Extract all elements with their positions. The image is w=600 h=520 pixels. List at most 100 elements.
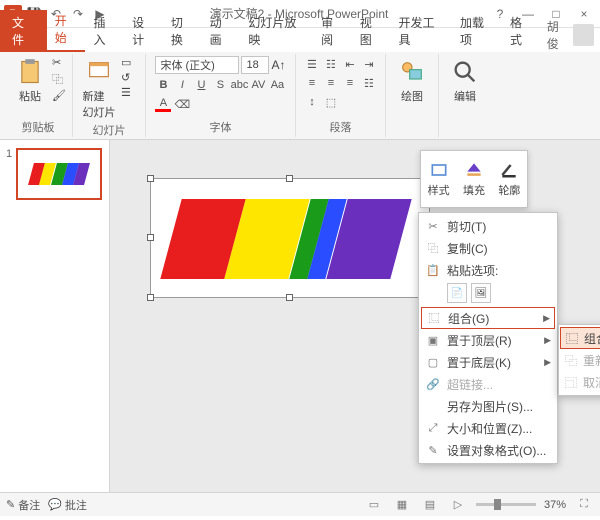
slide-number: 1 [6, 148, 12, 200]
group-label: 段落 [329, 119, 351, 135]
grow-font-icon[interactable]: A↑ [271, 58, 285, 72]
slide-canvas[interactable]: 样式 填充 轮廓 ✂剪切(T) ⿻复制(C) 📋粘贴选项: 📄 🖼 ⿺组合(G)… [110, 140, 600, 492]
align-left-icon[interactable]: ≡ [304, 75, 320, 91]
tab-animations[interactable]: 动画 [202, 10, 241, 52]
parallelogram-shapes [171, 199, 401, 279]
section-icon[interactable]: ☰ [121, 86, 139, 99]
align-center-icon[interactable]: ≡ [323, 75, 339, 91]
zoom-slider[interactable] [476, 503, 536, 506]
fit-window-icon[interactable]: ⛶ [574, 497, 594, 513]
format-painter-icon[interactable]: 🖌 [52, 89, 66, 102]
account-area[interactable]: 胡俊 [541, 18, 600, 52]
tab-view[interactable]: 视图 [352, 10, 391, 52]
editing-button[interactable]: 编辑 [445, 56, 485, 106]
menu-bring-front[interactable]: ▣置于顶层(R)▶ [419, 329, 557, 351]
group-icon: ⿺ [566, 330, 578, 347]
group-icon: ⿺ [426, 310, 442, 326]
resize-handle-icon[interactable] [147, 175, 154, 182]
user-name: 胡俊 [547, 18, 570, 52]
menu-paste-options-label: 📋粘贴选项: [419, 259, 557, 281]
tab-slideshow[interactable]: 幻灯片放映 [240, 10, 313, 52]
font-color-icon[interactable]: A [155, 96, 171, 112]
copy-icon[interactable]: ⿻ [52, 71, 66, 87]
zoom-thumb-icon[interactable] [494, 499, 501, 510]
numbering-icon[interactable]: ☷ [323, 56, 339, 72]
tab-home[interactable]: 开始 [47, 8, 86, 52]
workspace: 1 [0, 140, 600, 492]
case-icon[interactable]: Aa [269, 77, 285, 93]
slide-thumbnail[interactable] [16, 148, 102, 200]
tab-transitions[interactable]: 切换 [163, 10, 202, 52]
context-menu: ✂剪切(T) ⿻复制(C) 📋粘贴选项: 📄 🖼 ⿺组合(G)▶ ▣置于顶层(R… [418, 212, 558, 464]
paste-icon: 📋 [425, 262, 441, 278]
menu-format-object[interactable]: ✎设置对象格式(O)... [419, 439, 557, 461]
group-clipboard: 粘贴 ✂ ⿻ 🖌 剪贴板 [4, 54, 73, 137]
font-name-combo[interactable]: 宋体 (正文) [155, 56, 239, 74]
smartart-icon[interactable]: ⬚ [323, 94, 339, 110]
menu-save-as-picture[interactable]: 另存为图片(S)... [419, 395, 557, 417]
indent-inc-icon[interactable]: ⇥ [361, 56, 377, 72]
spacing-icon[interactable]: AV [250, 77, 266, 93]
link-icon: 🔗 [425, 376, 441, 392]
submenu-group[interactable]: ⿺组合(G) [560, 327, 600, 349]
menu-copy[interactable]: ⿻复制(C) [419, 237, 557, 259]
indent-dec-icon[interactable]: ⇤ [342, 56, 358, 72]
tab-design[interactable]: 设计 [124, 10, 163, 52]
paste-button[interactable]: 粘贴 [10, 56, 50, 106]
strike-icon[interactable]: S [212, 77, 228, 93]
menu-group[interactable]: ⿺组合(G)▶ [421, 307, 555, 329]
paste-keep-source-icon[interactable]: 📄 [447, 283, 467, 303]
bullets-icon[interactable]: ☰ [304, 56, 320, 72]
fill-button[interactable]: 填充 [456, 151, 491, 207]
underline-icon[interactable]: U [193, 77, 209, 93]
zoom-level[interactable]: 37% [544, 499, 566, 511]
drawing-button[interactable]: 绘图 [392, 56, 432, 106]
columns-icon[interactable]: ☷ [361, 75, 377, 91]
sorter-view-icon[interactable]: ▦ [392, 497, 412, 513]
selected-shape-group[interactable] [150, 178, 430, 298]
resize-handle-icon[interactable] [286, 294, 293, 301]
reading-view-icon[interactable]: ▤ [420, 497, 440, 513]
tab-insert[interactable]: 插入 [85, 10, 124, 52]
italic-icon[interactable]: I [174, 77, 190, 93]
comments-button[interactable]: 💬批注 [48, 497, 87, 513]
tab-review[interactable]: 审阅 [313, 10, 352, 52]
group-font: 宋体 (正文) 18 A↑ B I U S abc AV Aa A ⌫ 字体 [146, 54, 296, 137]
tab-developer[interactable]: 开发工具 [391, 10, 452, 52]
slide-thumbnail-panel: 1 [0, 140, 110, 492]
direction-icon[interactable]: ↕ [304, 94, 320, 110]
resize-handle-icon[interactable] [286, 175, 293, 182]
outline-button[interactable]: 轮廓 [492, 151, 527, 207]
copy-icon: ⿻ [425, 240, 441, 256]
align-right-icon[interactable]: ≡ [342, 75, 358, 91]
menu-send-back[interactable]: ▢置于底层(K)▶ [419, 351, 557, 373]
menu-hyperlink[interactable]: 🔗超链接... [419, 373, 557, 395]
reset-icon[interactable]: ↺ [121, 71, 139, 84]
cut-icon[interactable]: ✂ [52, 56, 66, 69]
paste-picture-icon[interactable]: 🖼 [471, 283, 491, 303]
resize-handle-icon[interactable] [147, 294, 154, 301]
normal-view-icon[interactable]: ▭ [364, 497, 384, 513]
tab-format[interactable]: 格式 [502, 10, 541, 52]
ungroup-icon: ⿹ [565, 374, 577, 391]
style-button[interactable]: 样式 [421, 151, 456, 207]
layout-icon[interactable]: ▭ [121, 56, 139, 69]
cut-icon: ✂ [425, 218, 441, 234]
group-label: 幻灯片 [92, 122, 125, 138]
slideshow-view-icon[interactable]: ▷ [448, 497, 468, 513]
menu-size-position[interactable]: ⤢大小和位置(Z)... [419, 417, 557, 439]
notes-button[interactable]: ✎备注 [6, 497, 40, 513]
group-label: 剪贴板 [21, 119, 54, 135]
bold-icon[interactable]: B [155, 77, 171, 93]
new-slide-button[interactable]: 新建 幻灯片 [79, 56, 119, 122]
menu-cut[interactable]: ✂剪切(T) [419, 215, 557, 237]
submenu-arrow-icon: ▶ [544, 335, 551, 346]
font-size-combo[interactable]: 18 [241, 56, 269, 74]
tab-file[interactable]: 文件 [0, 10, 47, 52]
ribbon-tabstrip: 文件 开始 插入 设计 切换 动画 幻灯片放映 审阅 视图 开发工具 加载项 格… [0, 28, 600, 52]
resize-handle-icon[interactable] [147, 234, 154, 241]
shadow-icon[interactable]: abc [231, 77, 247, 93]
submenu-regroup: ⿻重新组合(E) [559, 349, 600, 371]
clear-format-icon[interactable]: ⌫ [174, 96, 190, 112]
tab-addins[interactable]: 加载项 [452, 10, 502, 52]
